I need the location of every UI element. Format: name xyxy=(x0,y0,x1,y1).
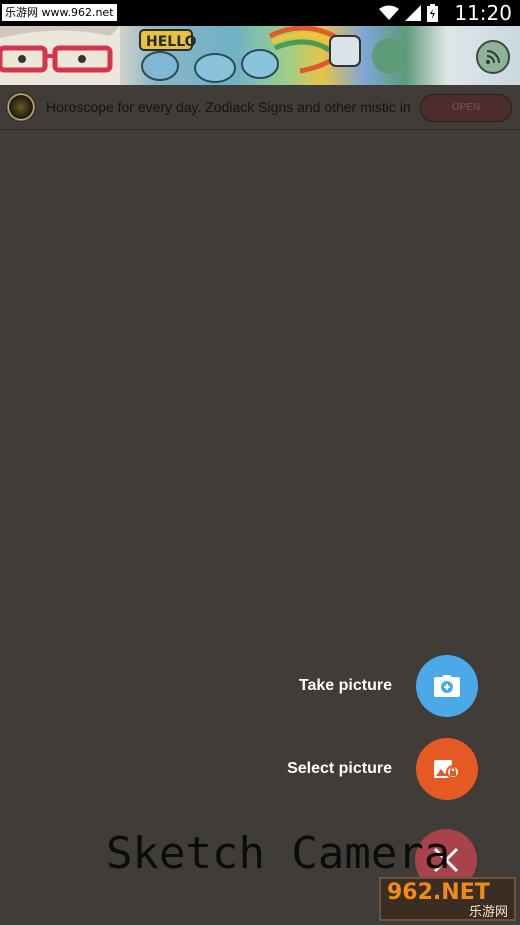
top-banner[interactable]: HELLO xyxy=(0,26,520,85)
watermark-logo-subtext: 乐游网 xyxy=(468,905,508,920)
wifi-icon xyxy=(379,5,399,20)
banner-hello-text: HELLO xyxy=(146,34,197,50)
status-icons xyxy=(379,4,438,22)
take-picture-button[interactable] xyxy=(416,655,478,717)
status-bar: 乐游网 www.962.net 11:20 xyxy=(0,0,520,26)
app-title: Sketch Camera xyxy=(106,828,451,879)
signal-icon xyxy=(405,5,421,21)
ad-logo-icon xyxy=(6,92,36,122)
ad-open-button[interactable]: OPEN xyxy=(420,94,512,122)
take-picture-label[interactable]: Take picture xyxy=(299,677,392,695)
rss-icon xyxy=(486,50,500,64)
camera-plus-icon xyxy=(434,675,460,697)
battery-icon xyxy=(427,4,438,22)
clock: 11:20 xyxy=(454,1,512,25)
banner-illustration: HELLO xyxy=(0,26,408,85)
watermark-logo: 962.NET 乐游网 xyxy=(379,877,516,921)
ad-text: Horoscope for every day. Zodiack Signs a… xyxy=(46,99,411,115)
select-picture-button[interactable] xyxy=(416,738,478,800)
watermark-top: 乐游网 www.962.net xyxy=(2,4,117,21)
select-picture-label[interactable]: Select picture xyxy=(287,760,392,778)
image-gallery-icon xyxy=(434,760,460,779)
rss-button[interactable] xyxy=(476,40,510,74)
